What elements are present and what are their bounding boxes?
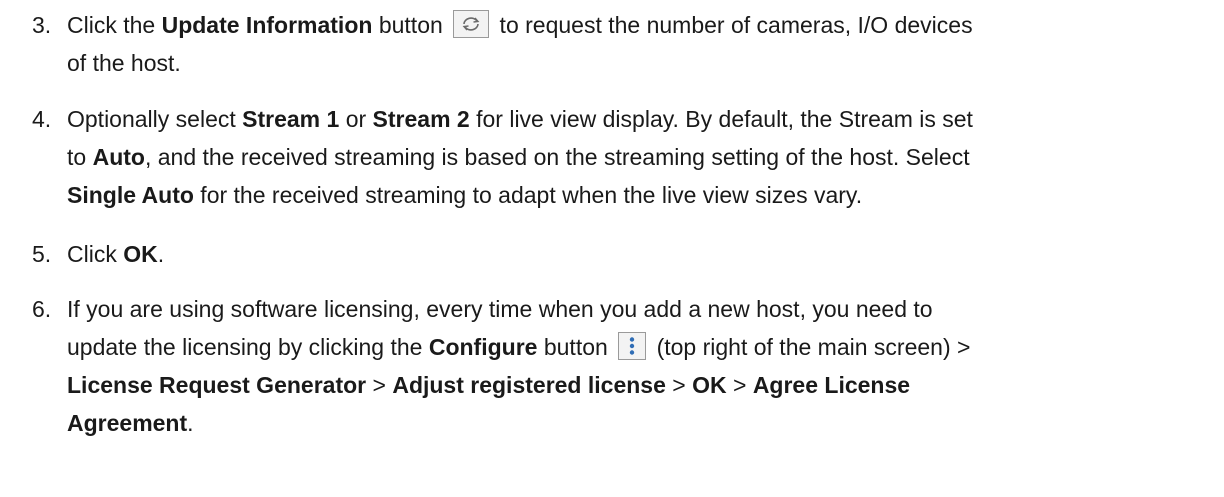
step-5: 5. Click OK. xyxy=(32,235,1212,273)
text-segment: to request the number of cameras, I/O de… xyxy=(493,12,973,38)
step-text: Click OK. xyxy=(67,235,1212,273)
step-6: 6. If you are using software licensing, … xyxy=(32,290,1212,442)
step-text: Click the Update Information button to r… xyxy=(67,6,1212,82)
step-number: 3. xyxy=(32,12,52,38)
text-segment: to xyxy=(67,144,93,170)
ui-term-single-auto: Single Auto xyxy=(67,182,194,208)
text-segment: button xyxy=(537,334,615,360)
text-segment: > xyxy=(366,372,393,398)
text-segment: update the licensing by clicking the xyxy=(67,334,429,360)
ui-term-configure: Configure xyxy=(428,334,538,360)
ui-term-stream-1: Stream 1 xyxy=(242,106,340,132)
ui-term-adjust-registered-license: Adjust registered license xyxy=(392,372,666,398)
text-segment: of the host. xyxy=(67,50,181,76)
step-number: 4. xyxy=(32,106,52,132)
text-segment: Optionally select xyxy=(67,106,243,132)
ui-term-license-request-generator: License Request Generator xyxy=(67,372,367,398)
step-text: If you are using software licensing, eve… xyxy=(67,290,1212,442)
ui-term-agree-license: Agree License xyxy=(752,372,911,398)
text-segment: . xyxy=(187,410,194,436)
step-number: 6. xyxy=(32,296,52,322)
step-3: 3. Click the Update Information button t… xyxy=(32,6,1212,82)
text-segment: . xyxy=(157,241,165,267)
ui-term-agreement: Agreement xyxy=(67,410,188,436)
text-segment: Click xyxy=(67,241,124,267)
text-segment: > xyxy=(726,372,753,398)
step-number: 5. xyxy=(32,241,52,267)
text-segment: Click the xyxy=(67,12,162,38)
ui-term-ok: OK xyxy=(692,372,727,398)
ui-term-auto: Auto xyxy=(92,144,145,170)
text-segment: If you are using software licensing, eve… xyxy=(67,296,933,322)
ui-term-update-information: Update Information xyxy=(161,12,373,38)
ui-term-stream-2: Stream 2 xyxy=(372,106,470,132)
text-segment: or xyxy=(339,106,373,132)
text-segment: > xyxy=(665,372,693,398)
ui-term-ok: OK xyxy=(123,241,158,267)
vertical-dots-icon xyxy=(618,331,647,360)
text-segment: , and the received streaming is based on… xyxy=(144,144,970,170)
step-text: Optionally select Stream 1 or Stream 2 f… xyxy=(67,100,1212,214)
text-segment: button xyxy=(372,12,450,38)
step-4: 4. Optionally select Stream 1 or Stream … xyxy=(32,100,1212,214)
text-segment: for the received streaming to adapt when… xyxy=(193,182,863,208)
text-segment: for live view display. By default, the S… xyxy=(469,106,973,132)
text-segment: (top right of the main screen) > xyxy=(650,334,971,360)
refresh-icon xyxy=(453,9,490,38)
